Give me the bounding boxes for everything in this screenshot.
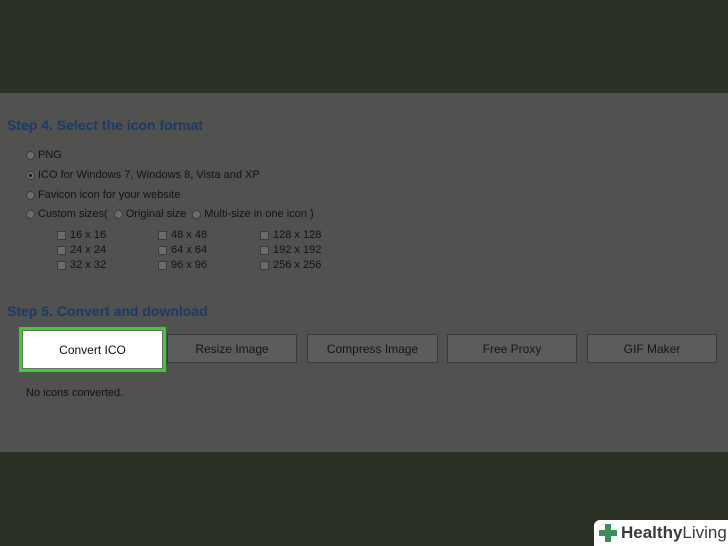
radio-button-checked[interactable] (26, 170, 35, 180)
checkbox-label: 24 x 24 (70, 244, 107, 256)
radio-multi-size[interactable] (192, 209, 202, 219)
radio-png[interactable]: PNG (26, 149, 62, 161)
checkbox-box[interactable] (260, 260, 269, 270)
convert-highlight: Convert ICO (19, 327, 166, 372)
step4-title: Step 4. Select the icon format (7, 117, 204, 133)
checkbox-192[interactable]: 192 x 192 (260, 244, 321, 256)
status-message: No icons converted. (26, 387, 124, 399)
radio-label-ico: ICO for Windows 7, Windows 8, Vista and … (38, 169, 260, 181)
plus-icon (599, 524, 617, 542)
checkbox-label: 48 x 48 (171, 229, 208, 241)
checkbox-box[interactable] (260, 245, 269, 255)
checkbox-64[interactable]: 64 x 64 (158, 244, 207, 256)
radio-label-original: Original size (125, 208, 187, 220)
checkbox-label: 128 x 128 (273, 229, 322, 241)
checkbox-label: 256 x 256 (273, 259, 322, 271)
radio-label-favicon: Favicon icon for your website (38, 189, 181, 201)
convert-ico-button[interactable]: Convert ICO (22, 330, 163, 369)
radio-label-multi: Multi-size in one icon ) (204, 208, 314, 220)
free-proxy-button[interactable]: Free Proxy (447, 334, 577, 363)
checkbox-label: 192 x 192 (273, 244, 322, 256)
checkbox-24[interactable]: 24 x 24 (57, 244, 106, 256)
checkbox-box[interactable] (57, 245, 66, 255)
compress-image-button[interactable]: Compress Image (307, 334, 438, 363)
radio-favicon[interactable]: Favicon icon for your website (26, 189, 180, 201)
checkbox-box[interactable] (158, 230, 167, 240)
step5-title: Step 5. Convert and download (7, 303, 208, 319)
checkbox-box[interactable] (158, 245, 167, 255)
checkbox-128[interactable]: 128 x 128 (260, 229, 321, 241)
checkbox-96[interactable]: 96 x 96 (158, 259, 207, 271)
radio-label-custom: Custom sizes( (38, 208, 108, 220)
checkbox-label: 64 x 64 (171, 244, 208, 256)
checkbox-256[interactable]: 256 x 256 (260, 259, 321, 271)
radio-button[interactable] (26, 190, 35, 200)
checkbox-32[interactable]: 32 x 32 (57, 259, 106, 271)
checkbox-label: 16 x 16 (70, 229, 107, 241)
resize-image-button[interactable]: Resize Image (167, 334, 297, 363)
checkbox-48[interactable]: 48 x 48 (158, 229, 207, 241)
checkbox-box[interactable] (260, 230, 269, 240)
radio-label-png: PNG (38, 149, 62, 161)
checkbox-box[interactable] (57, 230, 66, 240)
gif-maker-button[interactable]: GIF Maker (587, 334, 717, 363)
radio-ico[interactable]: ICO for Windows 7, Windows 8, Vista and … (26, 169, 260, 181)
radio-original-size[interactable] (113, 209, 123, 219)
checkbox-box[interactable] (158, 260, 167, 270)
healthy-living-logo: HealthyLiving (594, 520, 728, 546)
checkbox-label: 32 x 32 (70, 259, 107, 271)
logo-text: HealthyLiving (621, 523, 727, 542)
checkbox-16[interactable]: 16 x 16 (57, 229, 106, 241)
radio-custom[interactable]: Custom sizes( Original size Multi-size i… (26, 208, 314, 220)
checkbox-box[interactable] (57, 260, 66, 270)
radio-button[interactable] (26, 209, 35, 219)
radio-button[interactable] (26, 150, 35, 160)
checkbox-label: 96 x 96 (171, 259, 208, 271)
